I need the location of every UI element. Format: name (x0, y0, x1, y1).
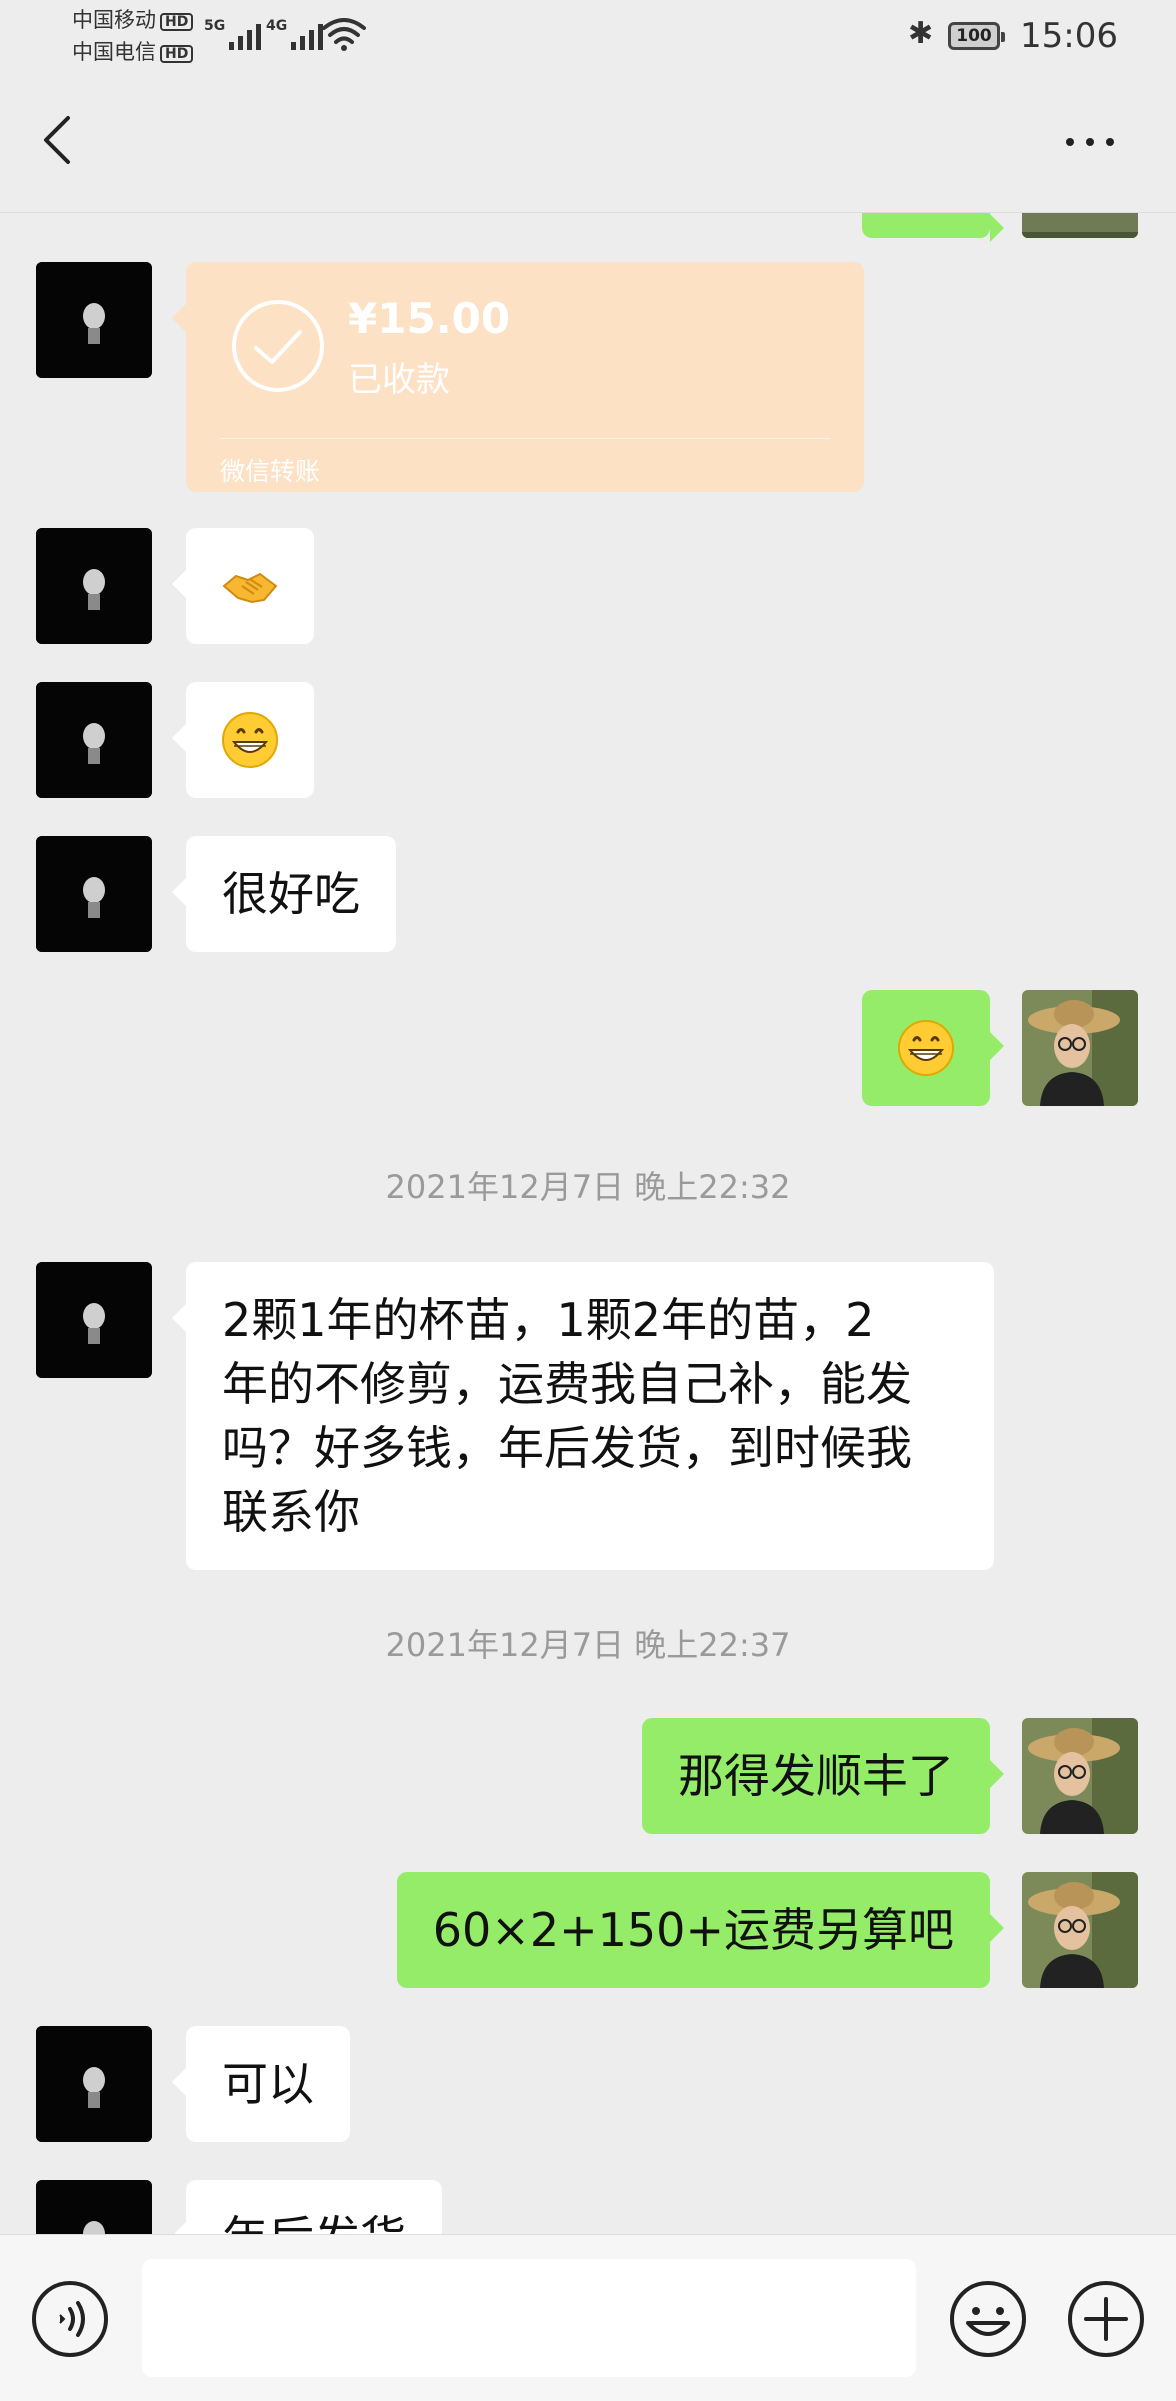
message-bubble[interactable]: 60×2+150+运费另算吧 (396, 1872, 1005, 1988)
message-bubble[interactable] (172, 682, 314, 798)
carrier-label-2: 中国电信 HD (72, 40, 194, 64)
grinning-emoji-icon (222, 712, 278, 768)
avatar[interactable] (36, 2180, 152, 2234)
message-text: 60×2+150+运费另算吧 (432, 1903, 954, 1957)
status-bar: 中国移动 HD 中国电信 HD 5G 4G ✱ 100 15:06 (0, 0, 1176, 72)
grinning-emoji-icon (898, 1020, 954, 1076)
signal-icon-5g: 5G (204, 18, 262, 50)
message-bubble[interactable] (862, 990, 1004, 1106)
message-line: 吗？好多钱，年后发货，到时候我 (222, 1421, 912, 1475)
message-bubble[interactable]: 年后发货 (172, 2180, 442, 2234)
input-bar (0, 2234, 1176, 2401)
chat-header (0, 72, 1176, 213)
message-text: 很好吃 (222, 867, 360, 921)
message-input[interactable] (142, 2259, 916, 2377)
message-bubble[interactable] (172, 528, 314, 644)
carrier-name-2: 中国电信 (72, 40, 156, 64)
check-circle-icon (232, 300, 324, 392)
previous-message-bubble[interactable] (862, 212, 1004, 242)
message-bubble[interactable]: 可以 (172, 2026, 350, 2142)
wifi-icon (322, 18, 366, 51)
message-text: 可以 (222, 2057, 314, 2111)
avatar[interactable] (1022, 1872, 1138, 1988)
message-timestamp: 2021年12月7日 晚上22:37 (385, 1626, 791, 1664)
message-line: 联系你 (222, 1485, 360, 1539)
network-type-2: 4G (266, 18, 288, 34)
chat-message-list[interactable]: ¥15.00 已收款 微信转账 很好吃 2021年12月7日 晚上22:32 2… (0, 212, 1176, 2234)
carrier-name-1: 中国移动 (72, 8, 156, 32)
message-text: 年后发货 (222, 2211, 406, 2234)
avatar[interactable] (36, 682, 152, 798)
transfer-card[interactable]: ¥15.00 已收款 微信转账 (172, 262, 864, 492)
voice-icon[interactable] (30, 2279, 110, 2359)
chevron-left-icon[interactable] (30, 110, 90, 170)
message-bubble[interactable]: 2颗1年的杯苗，1颗2年的苗，2 年的不修剪，运费我自己补，能发 吗？好多钱，年… (172, 1262, 994, 1570)
avatar[interactable] (36, 2026, 152, 2142)
signal-icon-4g: 4G (266, 18, 324, 50)
battery-icon: 100 (948, 22, 1005, 50)
bluetooth-icon: ✱ (908, 16, 934, 51)
transfer-status: 已收款 (348, 360, 450, 400)
message-timestamp: 2021年12月7日 晚上22:32 (385, 1168, 791, 1206)
status-time: 15:06 (1020, 16, 1118, 56)
carrier-label-1: 中国移动 HD (72, 8, 194, 32)
message-line: 2颗1年的杯苗，1颗2年的苗，2 (222, 1293, 875, 1347)
avatar[interactable] (36, 528, 152, 644)
network-type-1: 5G (204, 18, 226, 34)
avatar[interactable] (1022, 990, 1138, 1106)
transfer-amount: ¥15.00 (348, 294, 511, 343)
hd-badge: HD (160, 45, 194, 63)
message-line: 年的不修剪，运费我自己补，能发 (222, 1357, 912, 1411)
smiley-icon[interactable] (948, 2279, 1028, 2359)
hd-badge: HD (160, 13, 194, 31)
message-bubble[interactable]: 很好吃 (172, 836, 396, 952)
avatar[interactable] (36, 836, 152, 952)
handshake-icon (222, 572, 278, 604)
avatar[interactable] (1022, 212, 1138, 238)
more-dots-icon[interactable] (1060, 122, 1120, 162)
plus-icon[interactable] (1066, 2279, 1146, 2359)
message-text: 那得发顺丰了 (678, 1749, 954, 1803)
transfer-divider (220, 438, 830, 439)
avatar[interactable] (36, 1262, 152, 1378)
avatar[interactable] (36, 262, 152, 378)
transfer-label: 微信转账 (220, 457, 321, 486)
message-bubble[interactable]: 那得发顺丰了 (642, 1718, 1004, 1834)
avatar[interactable] (1022, 1718, 1138, 1834)
